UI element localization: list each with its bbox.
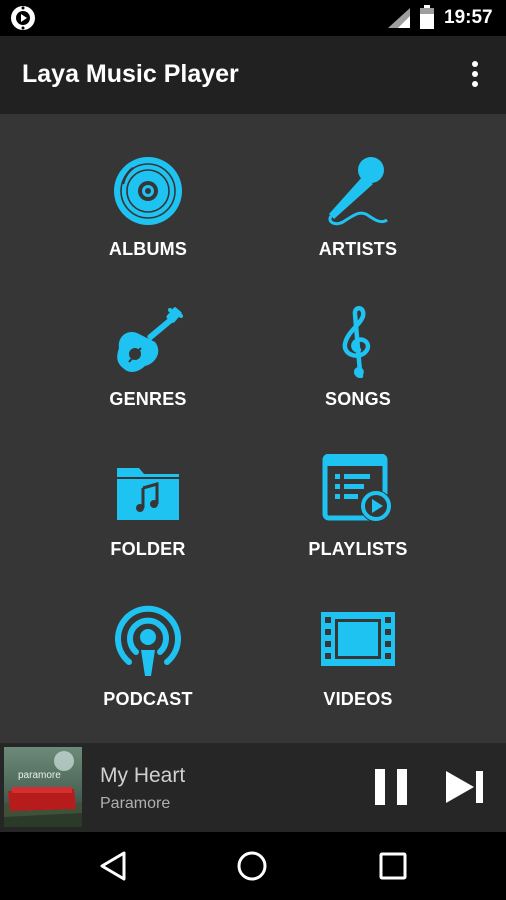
category-playlists[interactable]: PLAYLISTS — [258, 454, 458, 594]
status-bar: 19:57 — [0, 0, 506, 36]
album-art-text: paramore — [18, 770, 61, 781]
playlist-icon — [322, 454, 392, 522]
category-artists[interactable]: ARTISTS — [258, 154, 458, 294]
recent-apps-icon[interactable] — [378, 851, 408, 881]
category-podcast[interactable]: PODCAST — [48, 604, 248, 744]
track-artist: Paramore — [100, 795, 171, 812]
signal-icon — [388, 8, 410, 28]
category-label: ALBUMS — [108, 239, 188, 259]
app-bar: Laya Music Player — [0, 36, 506, 114]
category-label: ARTISTS — [318, 239, 398, 259]
category-genres[interactable]: GENRES — [48, 304, 248, 444]
skip-next-icon[interactable] — [444, 769, 486, 805]
status-clock: 19:57 — [444, 7, 493, 28]
back-icon[interactable] — [98, 850, 128, 882]
microphone-icon — [328, 157, 388, 226]
home-icon[interactable] — [236, 850, 268, 882]
category-grid: ALBUMS ARTISTS GENRES SONGS FOLDER PLAYL… — [0, 114, 506, 743]
music-folder-icon — [117, 468, 179, 520]
more-vert-icon[interactable] — [462, 58, 488, 92]
app-title: Laya Music Player — [22, 60, 239, 88]
treble-clef-icon — [342, 306, 371, 378]
category-label: FOLDER — [110, 539, 186, 559]
category-albums[interactable]: ALBUMS — [48, 154, 248, 294]
now-playing-bar[interactable]: paramore My Heart Paramore — [0, 743, 506, 832]
laya-app-icon — [11, 6, 35, 30]
category-videos[interactable]: VIDEOS — [258, 604, 458, 744]
category-label: VIDEOS — [323, 689, 393, 709]
guitar-icon — [117, 307, 183, 372]
system-nav-bar — [0, 832, 506, 900]
category-label: PLAYLISTS — [308, 539, 408, 559]
album-disc-icon — [114, 157, 182, 225]
album-art-image — [4, 747, 82, 827]
category-label: PODCAST — [103, 689, 193, 709]
category-folder[interactable]: FOLDER — [48, 454, 248, 594]
track-title: My Heart — [100, 764, 186, 787]
category-label: SONGS — [324, 389, 391, 409]
pause-icon[interactable] — [372, 767, 410, 807]
film-icon — [321, 612, 395, 666]
album-art[interactable]: paramore — [4, 747, 82, 827]
podcast-icon — [115, 605, 181, 676]
category-songs[interactable]: SONGS — [258, 304, 458, 444]
battery-icon — [420, 5, 434, 29]
category-label: GENRES — [109, 389, 187, 409]
